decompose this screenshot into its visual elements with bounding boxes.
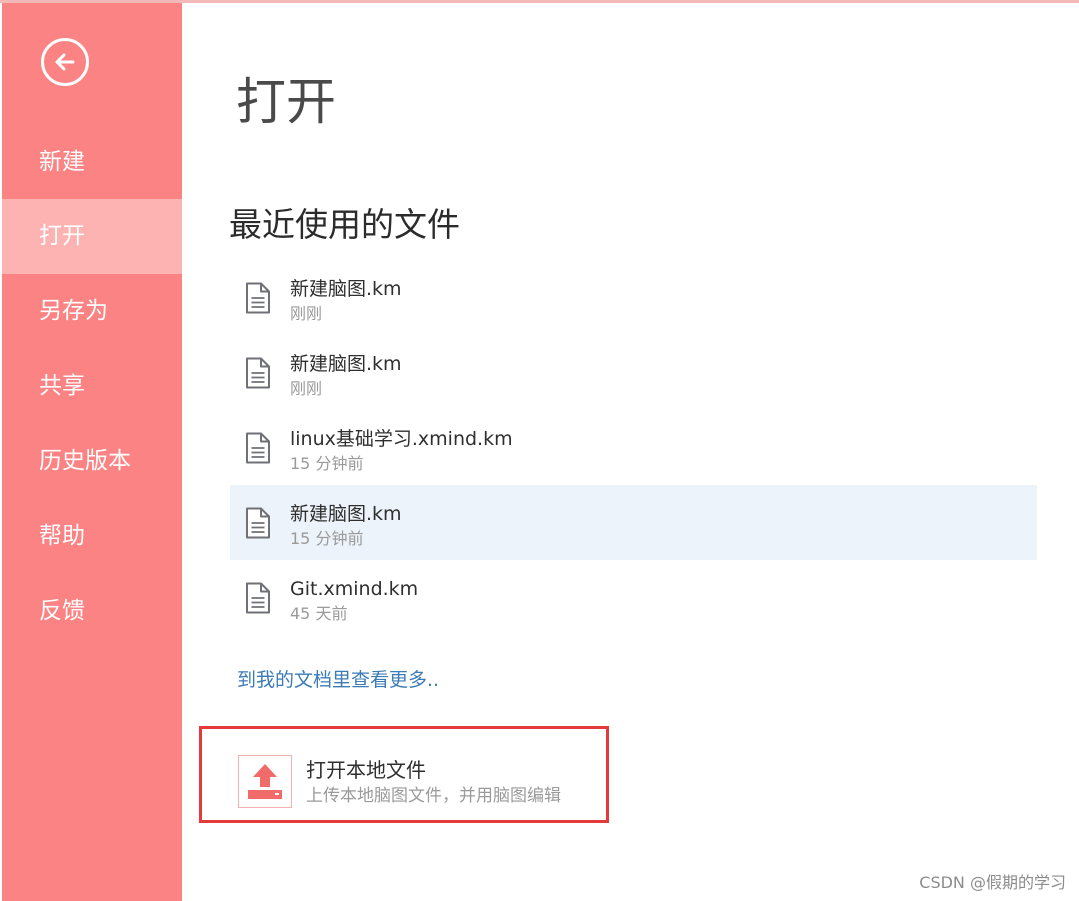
arrow-left-icon: [55, 53, 75, 71]
document-icon: [246, 432, 270, 464]
recent-files-heading: 最近使用的文件: [229, 205, 460, 244]
open-local-file-description: 上传本地脑图文件，并用脑图编辑: [306, 786, 561, 806]
file-name: 新建脑图.km: [290, 278, 402, 300]
sidebar-item-save-as[interactable]: 另存为: [2, 274, 182, 349]
page-title: 打开: [236, 73, 336, 131]
sidebar: 新建 打开 另存为 共享 历史版本 帮助 反馈: [2, 3, 182, 901]
file-time: 15 分钟前: [290, 529, 364, 548]
document-icon: [246, 357, 270, 389]
sidebar-item-help[interactable]: 帮助: [2, 499, 182, 574]
file-name: linux基础学习.xmind.km: [290, 428, 513, 450]
more-documents-link[interactable]: 到我的文档里查看更多..: [237, 666, 439, 694]
watermark: CSDN @假期的学习: [919, 873, 1066, 892]
file-time: 刚刚: [290, 304, 323, 323]
document-icon: [246, 282, 270, 314]
document-icon: [246, 507, 270, 539]
sidebar-item-share[interactable]: 共享: [2, 349, 182, 424]
file-item[interactable]: Git.xmind.km 45 天前: [230, 560, 1037, 635]
sidebar-item-new[interactable]: 新建: [2, 125, 182, 200]
file-time: 45 天前: [290, 604, 348, 623]
file-item[interactable]: 新建脑图.km 刚刚: [230, 335, 1037, 410]
file-time: 15 分钟前: [290, 454, 364, 473]
file-item[interactable]: 新建脑图.km 刚刚: [230, 260, 1037, 335]
file-item[interactable]: linux基础学习.xmind.km 15 分钟前: [230, 410, 1037, 485]
open-local-file-title: 打开本地文件: [306, 758, 426, 782]
upload-icon: [238, 755, 292, 808]
sidebar-item-feedback[interactable]: 反馈: [2, 574, 182, 649]
file-name: 新建脑图.km: [290, 353, 402, 375]
file-time: 刚刚: [290, 379, 323, 398]
file-name: 新建脑图.km: [290, 503, 402, 525]
document-icon: [246, 582, 270, 614]
recent-files-list: 新建脑图.km 刚刚 新建脑图.km 刚刚 linux基础学习.xmind.km…: [230, 260, 1037, 635]
file-item-selected[interactable]: 新建脑图.km 15 分钟前: [230, 485, 1037, 560]
file-name: Git.xmind.km: [290, 578, 419, 600]
sidebar-item-history[interactable]: 历史版本: [2, 424, 182, 499]
back-button[interactable]: [41, 38, 89, 86]
sidebar-item-open[interactable]: 打开: [2, 199, 182, 274]
open-local-file-button[interactable]: 打开本地文件 上传本地脑图文件，并用脑图编辑: [199, 726, 609, 823]
main-panel: 打开 最近使用的文件 新建脑图.km 刚刚 新建脑图.km 刚刚 linux基础…: [182, 3, 1079, 901]
